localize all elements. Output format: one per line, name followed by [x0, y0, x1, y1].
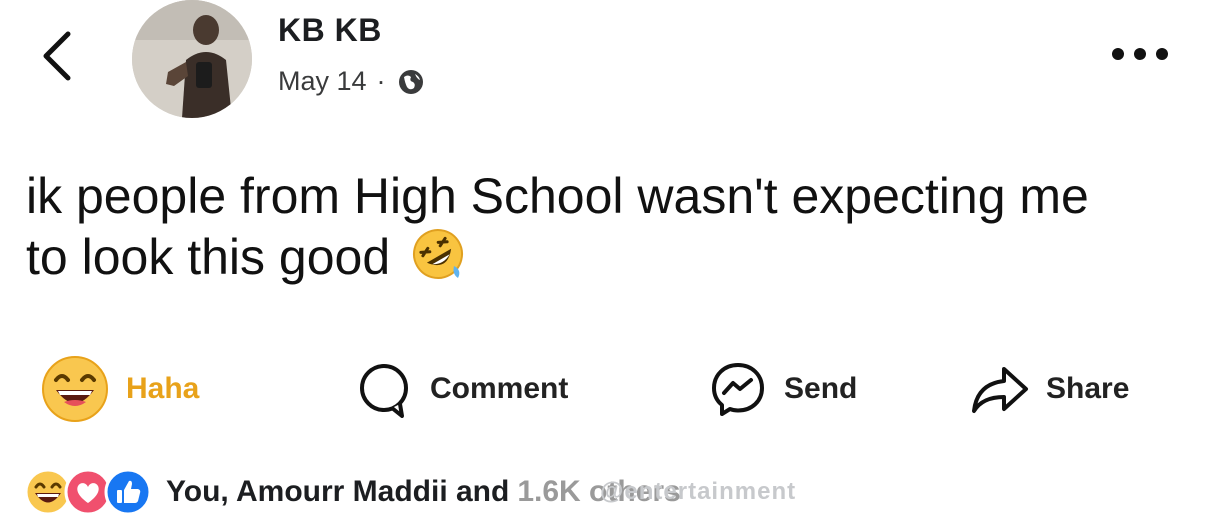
share-button[interactable]: Share — [970, 352, 1129, 426]
meta-separator: · — [376, 66, 386, 96]
comment-label: Comment — [430, 372, 569, 405]
haha-reaction-button[interactable]: Haha — [40, 352, 199, 426]
more-options-button[interactable] — [1110, 44, 1170, 64]
post-date[interactable]: May 14 — [278, 66, 367, 97]
reaction-names: You, Amourr Maddii and — [166, 475, 510, 508]
like-reaction-icon — [104, 468, 152, 516]
share-label: Share — [1046, 372, 1130, 405]
ellipsis-icon — [1112, 48, 1168, 60]
haha-emoji-icon — [42, 356, 108, 422]
back-button[interactable] — [36, 26, 76, 86]
comment-button[interactable]: Comment — [356, 352, 568, 426]
post-text: ik people from High School wasn't expect… — [26, 166, 1126, 287]
author-name[interactable]: KB KB — [278, 12, 382, 49]
avatar[interactable] — [132, 0, 252, 118]
profile-photo — [132, 0, 252, 118]
send-button[interactable]: Send — [708, 352, 857, 426]
watermark-text: @entertainment — [600, 478, 797, 505]
haha-label: Haha — [126, 372, 200, 405]
post-body: ik people from High School wasn't expect… — [26, 168, 1089, 285]
chevron-left-icon — [43, 31, 71, 81]
globe-icon — [398, 69, 423, 94]
reaction-icons — [24, 468, 152, 516]
reactions-summary[interactable]: You, Amourr Maddii and 1.6K others — [24, 466, 681, 518]
rolling-on-floor-laughing-emoji — [413, 229, 464, 279]
post-meta: May 14 · — [278, 66, 426, 97]
send-label: Send — [784, 372, 858, 405]
share-arrow-icon — [972, 367, 1028, 413]
messenger-icon — [712, 363, 764, 416]
comment-icon — [360, 364, 408, 418]
